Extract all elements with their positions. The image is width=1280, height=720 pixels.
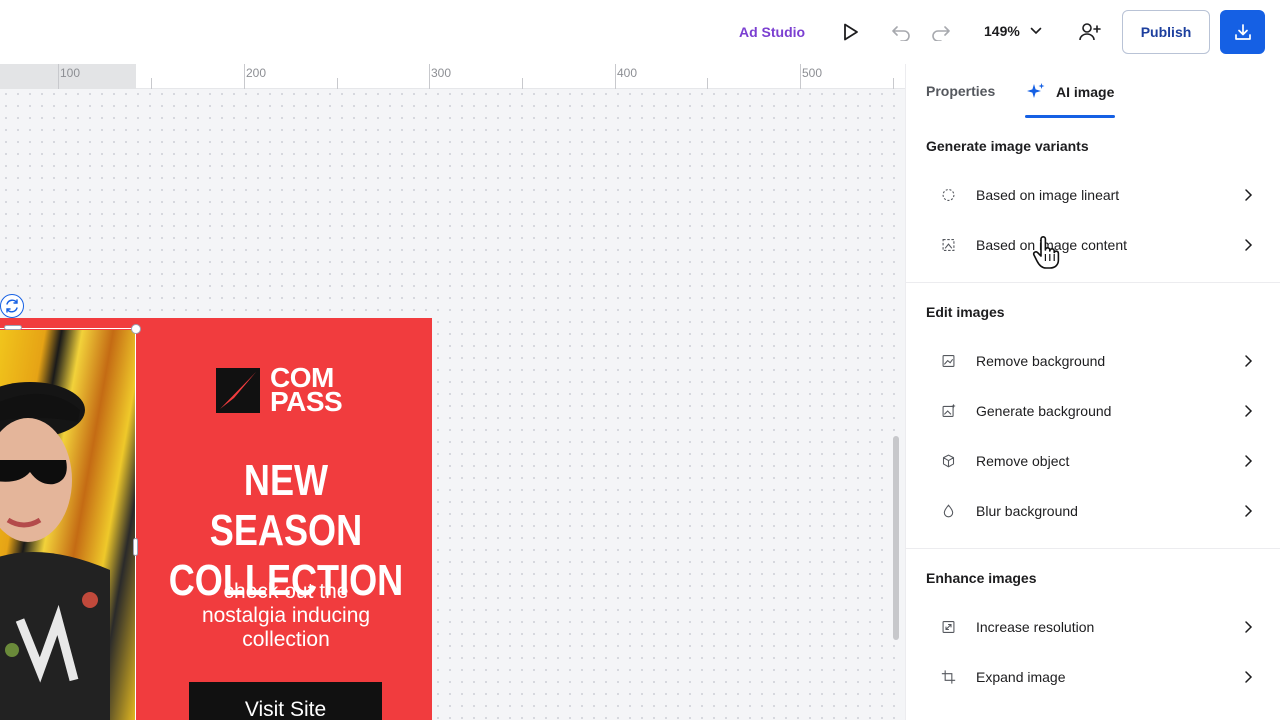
tab-ai-image-label: AI image — [1056, 84, 1115, 100]
subline-line-3: collection — [242, 628, 330, 651]
preview-play-button[interactable] — [838, 20, 864, 44]
chevron-right-icon — [1245, 455, 1253, 467]
section-title-edit-images: Edit images — [926, 304, 1005, 320]
visit-site-button[interactable]: Visit Site — [189, 682, 382, 720]
logo-line-2: PASS — [270, 386, 343, 417]
drop-icon — [943, 504, 954, 518]
menu-item-remove-object[interactable]: Remove object — [926, 443, 1256, 479]
ruler-tick — [58, 64, 59, 89]
compass-logo-mark — [216, 367, 260, 413]
expand-arrows-icon — [942, 621, 955, 633]
rotate-handle[interactable] — [0, 294, 24, 318]
active-tab-indicator — [1025, 115, 1115, 118]
ruler-label: 500 — [802, 66, 823, 80]
chevron-down-icon — [1030, 27, 1042, 35]
ruler-label: 100 — [60, 66, 81, 80]
image-content-icon — [942, 239, 955, 251]
chevron-right-icon — [1245, 355, 1253, 367]
compass-logo: COM PASS — [216, 364, 343, 417]
section-divider — [906, 282, 1280, 283]
download-icon — [1234, 24, 1251, 40]
chevron-right-icon — [1245, 239, 1253, 251]
ruler-tick — [244, 64, 245, 89]
section-title-enhance-images: Enhance images — [926, 570, 1037, 586]
hand-pointer-cursor-icon — [1032, 236, 1060, 269]
right-panel: Properties AI image Generate image varia… — [905, 64, 1280, 720]
section-title-generate-variants: Generate image variants — [926, 138, 1089, 154]
compass-logo-text: COM PASS — [270, 364, 343, 417]
design-canvas[interactable]: 100 200 300 400 500 COM PASS NEW SEASON … — [0, 64, 905, 720]
chevron-right-icon — [1245, 671, 1253, 683]
menu-item-lineart[interactable]: Based on image lineart — [926, 177, 1256, 213]
resize-handle-top[interactable] — [4, 325, 22, 330]
zoom-value: 149% — [984, 23, 1020, 39]
ruler-label: 300 — [431, 66, 452, 80]
headline-line-1: NEW SEASON — [209, 456, 363, 555]
sparkle-icon — [1027, 83, 1045, 98]
resize-handle-top-right[interactable] — [131, 324, 141, 334]
chevron-right-icon — [1245, 189, 1253, 201]
zoom-dropdown[interactable]: 149% — [984, 23, 1042, 39]
panel-tabs: Properties AI image — [906, 64, 1280, 118]
top-toolbar: Ad Studio 149% Publish — [0, 0, 1280, 64]
menu-item-blur-background[interactable]: Blur background — [926, 493, 1256, 529]
lineart-icon — [942, 189, 955, 201]
menu-item-expand-image[interactable]: Expand image — [926, 659, 1256, 695]
menu-item-label: Remove background — [976, 353, 1106, 369]
chevron-right-icon — [1245, 405, 1253, 417]
canvas-vertical-scrollbar[interactable] — [893, 436, 899, 640]
redo-icon — [932, 26, 950, 41]
ruler-tick — [615, 64, 616, 89]
ruler-tick — [337, 78, 338, 89]
crop-icon — [941, 670, 956, 684]
ruler-tick — [429, 64, 430, 89]
undo-button[interactable] — [889, 22, 913, 44]
horizontal-ruler: 100 200 300 400 500 — [0, 64, 905, 89]
menu-item-label: Blur background — [976, 503, 1078, 519]
chevron-right-icon — [1245, 505, 1253, 517]
ruler-tick — [522, 78, 523, 89]
add-user-icon — [1079, 23, 1101, 41]
redo-button[interactable] — [929, 22, 953, 44]
section-divider — [906, 548, 1280, 549]
play-icon — [844, 23, 858, 41]
ruler-tick — [707, 78, 708, 89]
tab-ai-image[interactable]: AI image — [1026, 82, 1114, 102]
menu-item-image-content[interactable]: Based on image content — [926, 227, 1256, 263]
ad-subline[interactable]: check out the nostalgia inducing collect… — [140, 580, 432, 652]
ruler-label: 200 — [246, 66, 267, 80]
menu-item-label: Increase resolution — [976, 619, 1095, 635]
subline-line-2: nostalgia inducing — [201, 604, 371, 627]
subline-line-1: check out the — [223, 580, 349, 603]
rotate-icon — [6, 299, 18, 313]
ruler-tick — [800, 64, 801, 89]
menu-item-label: Remove object — [976, 453, 1070, 469]
ad-studio-label[interactable]: Ad Studio — [739, 24, 805, 40]
ruler-tick — [893, 78, 894, 89]
generate-background-icon — [942, 404, 956, 417]
publish-button[interactable]: Publish — [1122, 10, 1210, 54]
resize-handle-right[interactable] — [133, 538, 138, 556]
menu-item-label: Based on image lineart — [976, 187, 1120, 203]
download-button[interactable] — [1220, 10, 1265, 54]
cube-icon — [942, 454, 955, 468]
ruler-tick — [151, 78, 152, 89]
remove-background-icon — [942, 355, 955, 367]
menu-item-label: Expand image — [976, 669, 1066, 685]
undo-icon — [892, 26, 910, 41]
tab-properties[interactable]: Properties — [926, 83, 995, 99]
chevron-right-icon — [1245, 621, 1253, 633]
menu-item-remove-background[interactable]: Remove background — [926, 343, 1256, 379]
ruler-label: 400 — [617, 66, 638, 80]
menu-item-label: Generate background — [976, 403, 1112, 419]
menu-item-generate-background[interactable]: Generate background — [926, 393, 1256, 429]
invite-user-button[interactable] — [1077, 20, 1103, 44]
image-selection-frame[interactable] — [0, 328, 136, 720]
menu-item-increase-resolution[interactable]: Increase resolution — [926, 609, 1256, 645]
